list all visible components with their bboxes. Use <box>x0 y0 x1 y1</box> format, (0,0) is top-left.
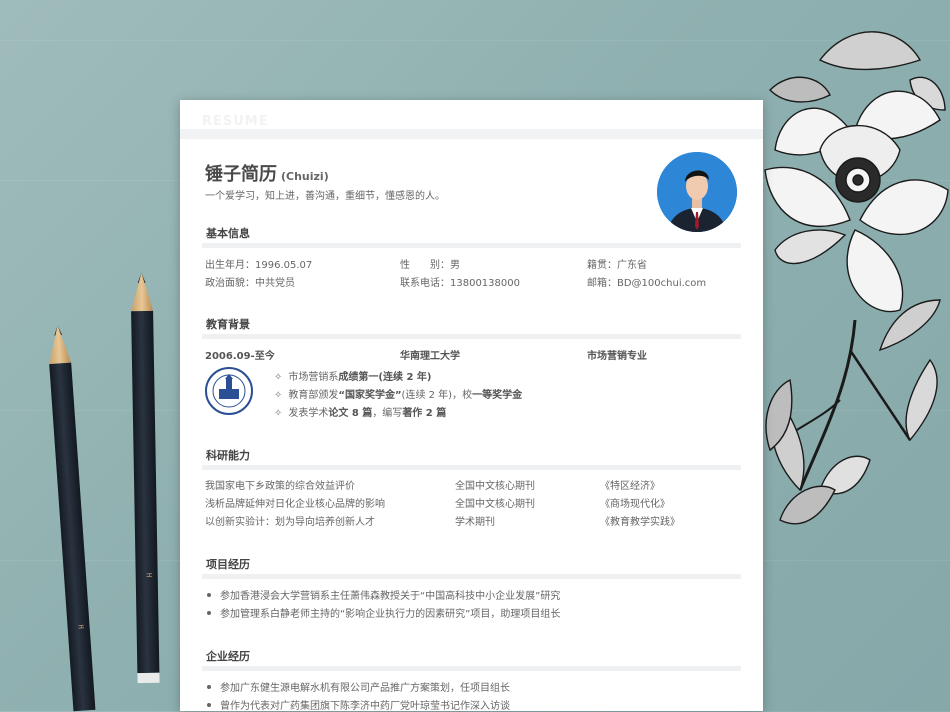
research-level: 学术期刊 <box>455 517 495 528</box>
flower-illustration-icon <box>764 31 949 525</box>
education-school: 华南理工大学 <box>400 351 460 362</box>
work-item: 曾作为代表对广药集团旗下陈李济中药厂党叶琼莹书记作深入访谈 <box>207 697 510 712</box>
resume-watermark: RESUME <box>202 114 269 129</box>
pencil-right: H <box>130 273 160 684</box>
name-text: 锤子简历 <box>205 164 277 185</box>
research-topic: 浅析品牌延伸对日化企业核心品牌的影响 <box>205 499 385 510</box>
section-divider <box>202 465 741 470</box>
pencil-left: H <box>47 325 96 712</box>
education-major: 市场营销专业 <box>587 351 647 362</box>
section-title-projects: 项目经历 <box>206 558 250 571</box>
section-title-basic: 基本信息 <box>206 227 250 240</box>
tagline: 一个爱学习，知上进，善沟通，重细节，懂感恩的人。 <box>205 191 445 202</box>
research-level: 全国中文核心期刊 <box>455 499 535 510</box>
origin: 籍贯：广东省 <box>587 260 647 271</box>
research-journal: 《教育教学实践》 <box>600 517 680 528</box>
header-bar <box>180 129 763 139</box>
name-english: (Chuizi) <box>281 170 329 183</box>
resume-name: 锤子简历 (Chuizi) <box>205 160 329 186</box>
section-divider <box>202 334 741 339</box>
education-item: ✧ 教育部颁发“国家奖学金”(连续 2 年)，校一等奖学金 <box>274 390 523 401</box>
section-title-education: 教育背景 <box>206 318 250 331</box>
resume-paper: RESUME 锤子简历 (Chuizi) 一个爱学习，知上进，善沟通，重细节，懂感… <box>180 100 763 712</box>
work-item: 参加广东健生源电解水机有限公司产品推广方案策划，任项目组长 <box>207 679 510 694</box>
research-journal: 《特区经济》 <box>600 481 660 492</box>
birth-date: 出生年月：1996.05.07 <box>205 260 313 271</box>
education-item: ✧ 市场营销系成绩第一(连续 2 年) <box>274 372 432 383</box>
gender: 性 别：男 <box>400 260 460 271</box>
section-title-work: 企业经历 <box>206 650 250 663</box>
research-level: 全国中文核心期刊 <box>455 481 535 492</box>
university-logo-icon <box>205 367 253 415</box>
project-item: 参加管理系白静老师主持的“影响企业执行力的因素研究”项目，助理项目组长 <box>207 605 560 620</box>
project-item: 参加香港浸会大学营销系主任萧伟森教授关于“中国高科技中小企业发展”研究 <box>207 587 560 602</box>
research-topic: 我国家电下乡政策的综合效益评价 <box>205 481 355 492</box>
research-journal: 《商场现代化》 <box>600 499 670 510</box>
section-title-research: 科研能力 <box>206 449 250 462</box>
phone: 联系电话：13800138000 <box>400 278 520 289</box>
section-divider <box>202 243 741 248</box>
profile-photo <box>657 152 737 232</box>
research-topic: 以创新实验计：划为导向培养创新人才 <box>205 517 375 528</box>
section-divider <box>202 574 741 579</box>
education-period: 2006.09-至今 <box>205 351 275 362</box>
education-item: ✧ 发表学术论文 8 篇，编写著作 2 篇 <box>274 408 447 419</box>
pencil-brand-text: H <box>76 624 85 631</box>
section-divider <box>202 666 741 671</box>
email: 邮箱：BD@100chui.com <box>587 278 707 289</box>
pencil-brand-text: H <box>144 572 153 579</box>
political-status: 政治面貌：中共党员 <box>205 278 295 289</box>
